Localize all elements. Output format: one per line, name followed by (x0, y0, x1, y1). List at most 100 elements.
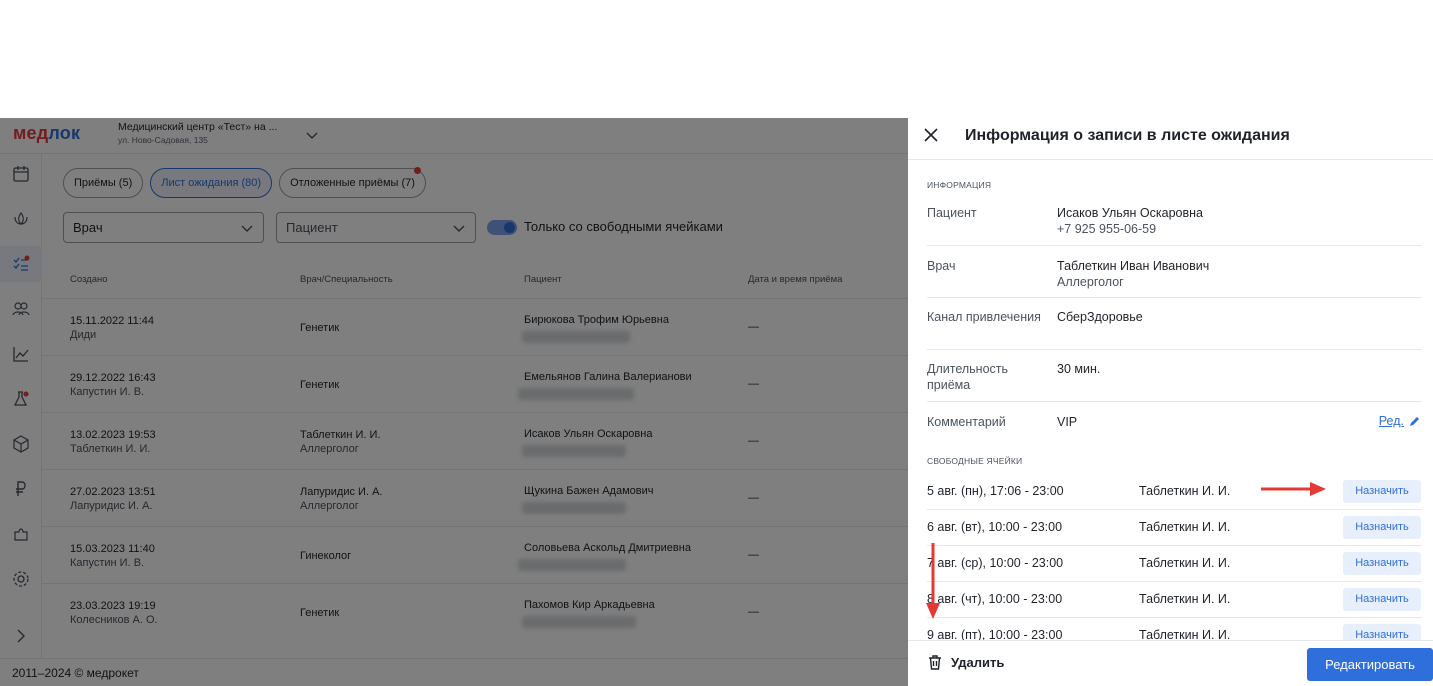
assign-button[interactable]: Назначить (1343, 552, 1421, 575)
app-header: медлок Медицинский центр «Тест» на ... у… (0, 118, 908, 154)
users-icon[interactable] (11, 299, 31, 319)
info-value: 30 мин. (1057, 362, 1101, 376)
info-row-comment: Комментарий VIP Ред. (927, 414, 1421, 444)
chevron-right-icon[interactable] (11, 626, 31, 646)
delete-button[interactable]: Удалить (927, 654, 1004, 671)
ruble-icon[interactable] (11, 479, 31, 499)
chevron-down-icon[interactable] (304, 127, 320, 143)
calendar-icon[interactable] (11, 164, 31, 184)
logo[interactable]: медлок (13, 123, 80, 144)
toggle-knob (504, 222, 515, 233)
slot-doctor: Таблеткин И. И. (1139, 484, 1231, 498)
free-slots-toggle[interactable] (487, 220, 517, 235)
appointment-cell: — (748, 492, 759, 504)
patient-cell: Щукина Бажен Адамович (524, 485, 654, 497)
info-row-doctor: Врач Таблеткин Иван Иванович Аллерголог (927, 258, 1421, 298)
edit-comment-link[interactable]: Ред. (1379, 414, 1421, 428)
doctor-cell: Генетик (300, 379, 340, 391)
slot-time: 5 авг. (пн), 17:06 - 23:00 (927, 484, 1064, 498)
tab-waiting-list[interactable]: Лист ожидания (80) (150, 168, 273, 198)
flask-icon[interactable] (11, 389, 31, 409)
info-label: Пациент (927, 206, 977, 220)
doctor-cell: Лапуридис И. А. Аллерголог (300, 486, 383, 512)
doctor-cell: Генетик (300, 607, 340, 619)
notification-dot (413, 167, 421, 174)
assign-button[interactable]: Назначить (1343, 588, 1421, 611)
slot-time: 8 авг. (чт), 10:00 - 23:00 (927, 592, 1063, 606)
tab-appointments[interactable]: Приёмы (5) (63, 168, 144, 198)
list-check-icon[interactable] (11, 254, 31, 274)
table-row[interactable]: 27.02.2023 13:51 Лапуридис И. А. Лапуриди… (42, 469, 908, 526)
info-label: Комментарий (927, 415, 1006, 429)
free-slot-row: 5 авг. (пн), 17:06 - 23:00 Таблеткин И. … (927, 474, 1421, 510)
blurred-phone (518, 388, 634, 400)
doctor-cell: Гинеколог (300, 550, 352, 562)
info-row-patient: Пациент Исаков Ульян Оскаровна +7 925 955… (927, 205, 1421, 246)
info-value: Исаков Ульян Оскаровна +7 925 955-06-59 (1057, 206, 1203, 236)
info-row-channel: Канал привлечения СберЗдоровье (927, 309, 1421, 350)
table-row[interactable]: 15.03.2023 11:40 Капустин И. В. Гинеколог… (42, 526, 908, 583)
table-row[interactable]: 23.03.2023 19:19 Колесников А. О. Генетик… (42, 583, 908, 640)
slot-time: 6 авг. (вт), 10:00 - 23:00 (927, 520, 1063, 534)
info-row-duration: Длительность приёма 30 мин. (927, 361, 1421, 402)
assign-button[interactable]: Назначить (1343, 516, 1421, 539)
blurred-phone (522, 445, 626, 457)
created-cell: 15.03.2023 11:40 Капустин И. В. (70, 543, 155, 569)
chart-line-icon[interactable] (11, 344, 31, 364)
blurred-phone (518, 559, 626, 571)
patient-select[interactable]: Пациент (276, 212, 476, 243)
chevron-down-icon (241, 225, 253, 232)
appointment-cell: — (748, 378, 759, 390)
info-value: Таблеткин Иван Иванович Аллерголог (1057, 259, 1210, 289)
waiting-list-entry-drawer: Информация о записи в листе ожидания ИНФ… (908, 118, 1433, 686)
slot-time: 7 авг. (ср), 10:00 - 23:00 (927, 556, 1064, 570)
blurred-phone (522, 331, 630, 343)
table-row[interactable]: 13.02.2023 19:53 Таблеткин И. И. Таблетки… (42, 412, 908, 469)
gear-icon[interactable] (11, 569, 31, 589)
box-icon[interactable] (11, 434, 31, 454)
info-value: СберЗдоровье (1057, 310, 1143, 324)
lotus-icon[interactable] (11, 209, 31, 229)
column-header-doctor[interactable]: Врач/Специальность (300, 274, 393, 285)
free-slot-row: 6 авг. (вт), 10:00 - 23:00 Таблеткин И. … (927, 510, 1421, 546)
appointment-cell: — (748, 435, 759, 447)
edit-button[interactable]: Редактировать (1307, 648, 1433, 681)
column-header-created[interactable]: Создано (70, 274, 108, 285)
drawer-title: Информация о записи в листе ожидания (965, 127, 1290, 144)
clinic-selector[interactable]: Медицинский центр «Тест» на ... ул. Ново… (118, 121, 277, 145)
appointment-cell: — (748, 606, 759, 618)
doctor-select[interactable]: Врач (63, 212, 264, 243)
created-cell: 15.11.2022 11:44 Диди (70, 315, 155, 341)
table-row[interactable]: 29.12.2022 16:43 Капустин И. В. Генетик Е… (42, 355, 908, 412)
appointment-cell: — (748, 549, 759, 561)
column-header-appointment[interactable]: Дата и время приёма (748, 274, 842, 285)
appointment-cell: — (748, 321, 759, 333)
free-slot-row: 8 авг. (чт), 10:00 - 23:00 Таблеткин И. … (927, 582, 1421, 618)
info-label: Длительность приёма (927, 362, 1009, 392)
clinic-name: Медицинский центр «Тест» на ... (118, 121, 278, 133)
sidebar (0, 154, 42, 658)
pencil-icon (1410, 416, 1419, 426)
tab-postponed[interactable]: Отложенные приёмы (7) (279, 167, 426, 198)
patient-cell: Пахомов Кир Аркадьевна (524, 599, 655, 611)
slot-doctor: Таблеткин И. И. (1139, 520, 1231, 534)
clinic-address: ул. Ново-Садовая, 135 (118, 135, 208, 145)
top-blank-area (0, 0, 1433, 118)
blurred-phone (522, 502, 626, 514)
created-cell: 27.02.2023 13:51 Лапуридис И. А. (70, 486, 156, 512)
app-window: медлок Медицинский центр «Тест» на ... у… (0, 118, 908, 686)
app-footer: 2011–2024 © медрокет (0, 658, 908, 686)
info-label: Канал привлечения (927, 310, 1041, 324)
chevron-down-icon (453, 225, 465, 232)
column-header-patient[interactable]: Пациент (524, 274, 562, 285)
info-value: VIP (1057, 415, 1078, 429)
tabs: Приёмы (5) Лист ожидания (80) Отложенные… (63, 167, 426, 198)
assign-button[interactable]: Назначить (1343, 480, 1421, 503)
puzzle-icon[interactable] (11, 524, 31, 544)
patient-cell: Бирюкова Трофим Юрьевна (524, 314, 669, 326)
trash-icon (929, 655, 941, 670)
table-row[interactable]: 15.11.2022 11:44 Диди Генетик Бирюкова Тр… (42, 298, 908, 355)
free-slot-row: 7 авг. (ср), 10:00 - 23:00 Таблеткин И. … (927, 546, 1421, 582)
close-icon[interactable] (922, 126, 940, 144)
free-slots-toggle-label: Только со свободными ячейками (524, 219, 723, 234)
